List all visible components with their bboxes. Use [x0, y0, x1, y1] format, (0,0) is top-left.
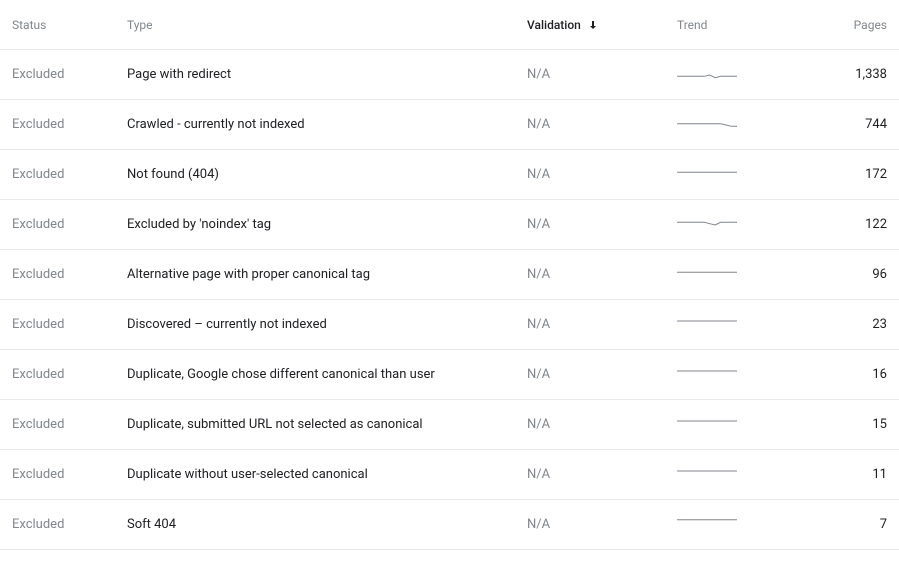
- cell-status: Excluded: [12, 517, 127, 532]
- cell-trend: [677, 417, 807, 433]
- cell-validation: N/A: [527, 517, 677, 532]
- coverage-table: Status Type Validation Trend Pages Exclu…: [0, 0, 899, 550]
- table-body: ExcludedPage with redirectN/A1,338Exclud…: [0, 50, 899, 550]
- table-row[interactable]: ExcludedDiscovered – currently not index…: [0, 300, 899, 350]
- header-trend-label: Trend: [677, 18, 707, 32]
- cell-validation: N/A: [527, 167, 677, 182]
- cell-status: Excluded: [12, 67, 127, 82]
- cell-status: Excluded: [12, 167, 127, 182]
- arrow-down-icon: [587, 19, 599, 31]
- cell-trend: [677, 367, 807, 383]
- cell-type: Alternative page with proper canonical t…: [127, 267, 527, 282]
- header-validation-label: Validation: [527, 18, 581, 32]
- cell-type: Excluded by 'noindex' tag: [127, 217, 527, 232]
- cell-status: Excluded: [12, 217, 127, 232]
- cell-validation: N/A: [527, 467, 677, 482]
- header-type[interactable]: Type: [127, 18, 527, 32]
- header-pages-label: Pages: [854, 18, 887, 32]
- cell-pages: 744: [807, 117, 887, 132]
- cell-status: Excluded: [12, 267, 127, 282]
- cell-type: Crawled - currently not indexed: [127, 117, 527, 132]
- cell-trend: [677, 467, 807, 483]
- cell-pages: 15: [807, 417, 887, 432]
- cell-type: Duplicate without user-selected canonica…: [127, 467, 527, 482]
- cell-validation: N/A: [527, 417, 677, 432]
- header-status[interactable]: Status: [12, 18, 127, 32]
- table-header-row: Status Type Validation Trend Pages: [0, 0, 899, 50]
- cell-validation: N/A: [527, 317, 677, 332]
- cell-pages: 122: [807, 217, 887, 232]
- cell-pages: 172: [807, 167, 887, 182]
- table-row[interactable]: ExcludedDuplicate, submitted URL not sel…: [0, 400, 899, 450]
- cell-status: Excluded: [12, 467, 127, 482]
- cell-type: Not found (404): [127, 167, 527, 182]
- cell-pages: 96: [807, 267, 887, 282]
- cell-validation: N/A: [527, 217, 677, 232]
- cell-status: Excluded: [12, 317, 127, 332]
- cell-type: Duplicate, Google chose different canoni…: [127, 367, 527, 382]
- table-row[interactable]: ExcludedPage with redirectN/A 1,338: [0, 50, 899, 100]
- cell-trend: [677, 317, 807, 333]
- cell-trend: [677, 117, 807, 133]
- cell-type: Soft 404: [127, 517, 527, 532]
- header-trend[interactable]: Trend: [677, 18, 807, 32]
- cell-pages: 7: [807, 517, 887, 532]
- cell-status: Excluded: [12, 417, 127, 432]
- header-validation[interactable]: Validation: [527, 18, 677, 32]
- cell-type: Discovered – currently not indexed: [127, 317, 527, 332]
- table-row[interactable]: ExcludedDuplicate without user-selected …: [0, 450, 899, 500]
- table-row[interactable]: ExcludedSoft 404N/A 7: [0, 500, 899, 550]
- header-status-label: Status: [12, 18, 46, 32]
- table-row[interactable]: ExcludedAlternative page with proper can…: [0, 250, 899, 300]
- cell-trend: [677, 67, 807, 83]
- cell-type: Page with redirect: [127, 67, 527, 82]
- cell-trend: [677, 217, 807, 233]
- cell-trend: [677, 517, 807, 533]
- table-row[interactable]: ExcludedCrawled - currently not indexedN…: [0, 100, 899, 150]
- cell-validation: N/A: [527, 117, 677, 132]
- cell-status: Excluded: [12, 117, 127, 132]
- header-type-label: Type: [127, 18, 153, 32]
- cell-validation: N/A: [527, 267, 677, 282]
- cell-pages: 11: [807, 467, 887, 482]
- cell-type: Duplicate, submitted URL not selected as…: [127, 417, 527, 432]
- header-pages[interactable]: Pages: [807, 18, 887, 32]
- table-row[interactable]: ExcludedNot found (404)N/A 172: [0, 150, 899, 200]
- cell-pages: 23: [807, 317, 887, 332]
- cell-status: Excluded: [12, 367, 127, 382]
- cell-pages: 1,338: [807, 67, 887, 82]
- cell-validation: N/A: [527, 67, 677, 82]
- cell-validation: N/A: [527, 367, 677, 382]
- table-row[interactable]: ExcludedExcluded by 'noindex' tagN/A 122: [0, 200, 899, 250]
- cell-pages: 16: [807, 367, 887, 382]
- cell-trend: [677, 167, 807, 183]
- table-row[interactable]: ExcludedDuplicate, Google chose differen…: [0, 350, 899, 400]
- cell-trend: [677, 267, 807, 283]
